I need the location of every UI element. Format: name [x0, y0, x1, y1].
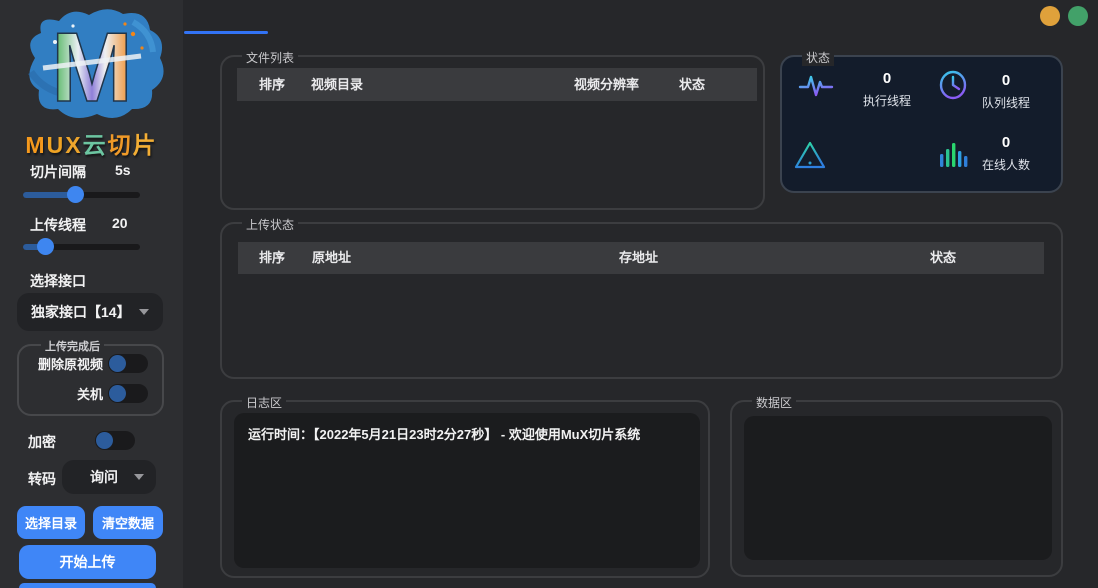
clock-icon	[936, 67, 970, 103]
pulse-icon	[798, 71, 834, 99]
metric-label: 执行线程	[842, 92, 932, 109]
after-upload-group-title: 上传完成后	[41, 338, 104, 354]
log-panel-title: 日志区	[242, 394, 286, 411]
toggle-knob	[109, 355, 126, 372]
encrypt-label: 加密	[28, 432, 56, 452]
upload-status-body[interactable]	[238, 274, 1044, 367]
select-directory-button[interactable]: 选择目录	[17, 506, 85, 539]
log-panel: 日志区 运行时间：【2022年5月21日23时2分27秒】 - 欢迎使用MuX切…	[220, 400, 710, 578]
column-header: 状态	[679, 68, 705, 101]
column-header: 存地址	[619, 242, 658, 274]
metric-queue-threads: 0 队列线程	[970, 72, 1042, 111]
transcode-value: 询问	[74, 467, 134, 487]
column-header: 状态	[930, 242, 956, 274]
sidebar: M MUX云切片 切片间隔 5s 上传线程 20 选择接口 独家接口【14】 上…	[0, 0, 183, 588]
app-title-char: M	[25, 132, 46, 158]
app-title-char: X	[65, 132, 82, 158]
app-title: MUX云切片	[0, 126, 183, 160]
start-upload-button[interactable]: 开始上传	[19, 545, 156, 579]
metric-exec-threads: 0 执行线程	[842, 70, 932, 109]
close-window-button[interactable]	[1068, 6, 1088, 26]
metric-value: 0	[970, 134, 1042, 151]
file-list-header: 排序 视频目录 视频分辨率 状态	[237, 68, 757, 101]
data-panel: 数据区	[730, 400, 1063, 577]
metric-value: 0	[842, 70, 932, 87]
delete-original-row: 删除原视频	[24, 354, 148, 373]
delete-original-toggle[interactable]	[108, 354, 148, 373]
encrypt-toggle[interactable]	[95, 431, 135, 450]
clear-data-button[interactable]: 清空数据	[93, 506, 163, 539]
chevron-down-icon	[139, 309, 149, 315]
interface-select-dropdown[interactable]: 独家接口【14】	[17, 293, 163, 331]
warning-icon	[793, 139, 827, 171]
metric-label: 在线人数	[970, 156, 1042, 173]
log-line: 运行时间：【2022年5月21日23时2分27秒】 - 欢迎使用MuX切片系统	[234, 413, 700, 454]
transcode-label: 转码	[28, 469, 56, 489]
bars-icon	[938, 139, 968, 169]
slice-interval-slider[interactable]	[23, 186, 140, 203]
metric-label: 队列线程	[970, 94, 1042, 111]
column-header: 视频目录	[311, 68, 363, 101]
partial-bottom-button[interactable]	[19, 583, 156, 588]
app-logo: M	[13, 2, 170, 128]
transcode-dropdown[interactable]: 询问	[62, 460, 156, 494]
toggle-knob	[109, 385, 126, 402]
slider-thumb[interactable]	[67, 186, 84, 203]
delete-original-label: 删除原视频	[24, 354, 108, 373]
upload-threads-slider[interactable]	[23, 238, 140, 255]
active-tab-indicator	[184, 31, 268, 34]
after-upload-group: 上传完成后 删除原视频 关机	[17, 344, 164, 416]
upload-status-title: 上传状态	[242, 216, 298, 233]
upload-threads-value: 20	[112, 215, 128, 231]
file-list-panel: 文件列表 排序 视频目录 视频分辨率 状态	[220, 55, 765, 210]
slider-thumb[interactable]	[37, 238, 54, 255]
metric-value: 0	[970, 72, 1042, 89]
upload-status-panel: 上传状态 排序 原地址 存地址 状态	[220, 222, 1063, 379]
toggle-knob	[96, 432, 113, 449]
minimize-window-button[interactable]	[1040, 6, 1060, 26]
data-panel-title: 数据区	[752, 394, 796, 411]
file-list-body[interactable]	[237, 101, 757, 197]
chevron-down-icon	[134, 474, 144, 480]
interface-select-value: 独家接口【14】	[31, 302, 139, 322]
slice-interval-value: 5s	[115, 162, 131, 178]
log-textarea[interactable]: 运行时间：【2022年5月21日23时2分27秒】 - 欢迎使用MuX切片系统	[234, 413, 700, 568]
slice-interval-label: 切片间隔	[30, 162, 86, 182]
app-title-char: 云	[83, 132, 108, 158]
metric-online-users: 0 在线人数	[970, 134, 1042, 173]
shutdown-toggle[interactable]	[108, 384, 148, 403]
data-textarea[interactable]	[744, 416, 1052, 560]
status-panel: 状态 0 执行线程 0 队列线程 0 在线人数	[780, 55, 1063, 193]
upload-status-header: 排序 原地址 存地址 状态	[238, 242, 1044, 274]
column-header: 原地址	[312, 242, 351, 274]
shutdown-row: 关机	[24, 384, 148, 403]
logo-splash-m-icon: M	[13, 2, 170, 128]
app-title-char: 片	[133, 132, 158, 158]
status-panel-title: 状态	[802, 49, 834, 66]
app-title-char: U	[47, 132, 66, 158]
file-list-title: 文件列表	[242, 49, 298, 66]
column-header: 视频分辨率	[574, 68, 639, 101]
interface-select-label: 选择接口	[30, 271, 86, 291]
app-title-char: 切	[108, 132, 133, 158]
upload-threads-label: 上传线程	[30, 215, 86, 235]
column-header: 排序	[259, 242, 285, 274]
mux-slicer-window: { "window": { "controls": { "minimize_co…	[0, 0, 1098, 588]
shutdown-label: 关机	[24, 384, 108, 403]
column-header: 排序	[259, 68, 285, 101]
